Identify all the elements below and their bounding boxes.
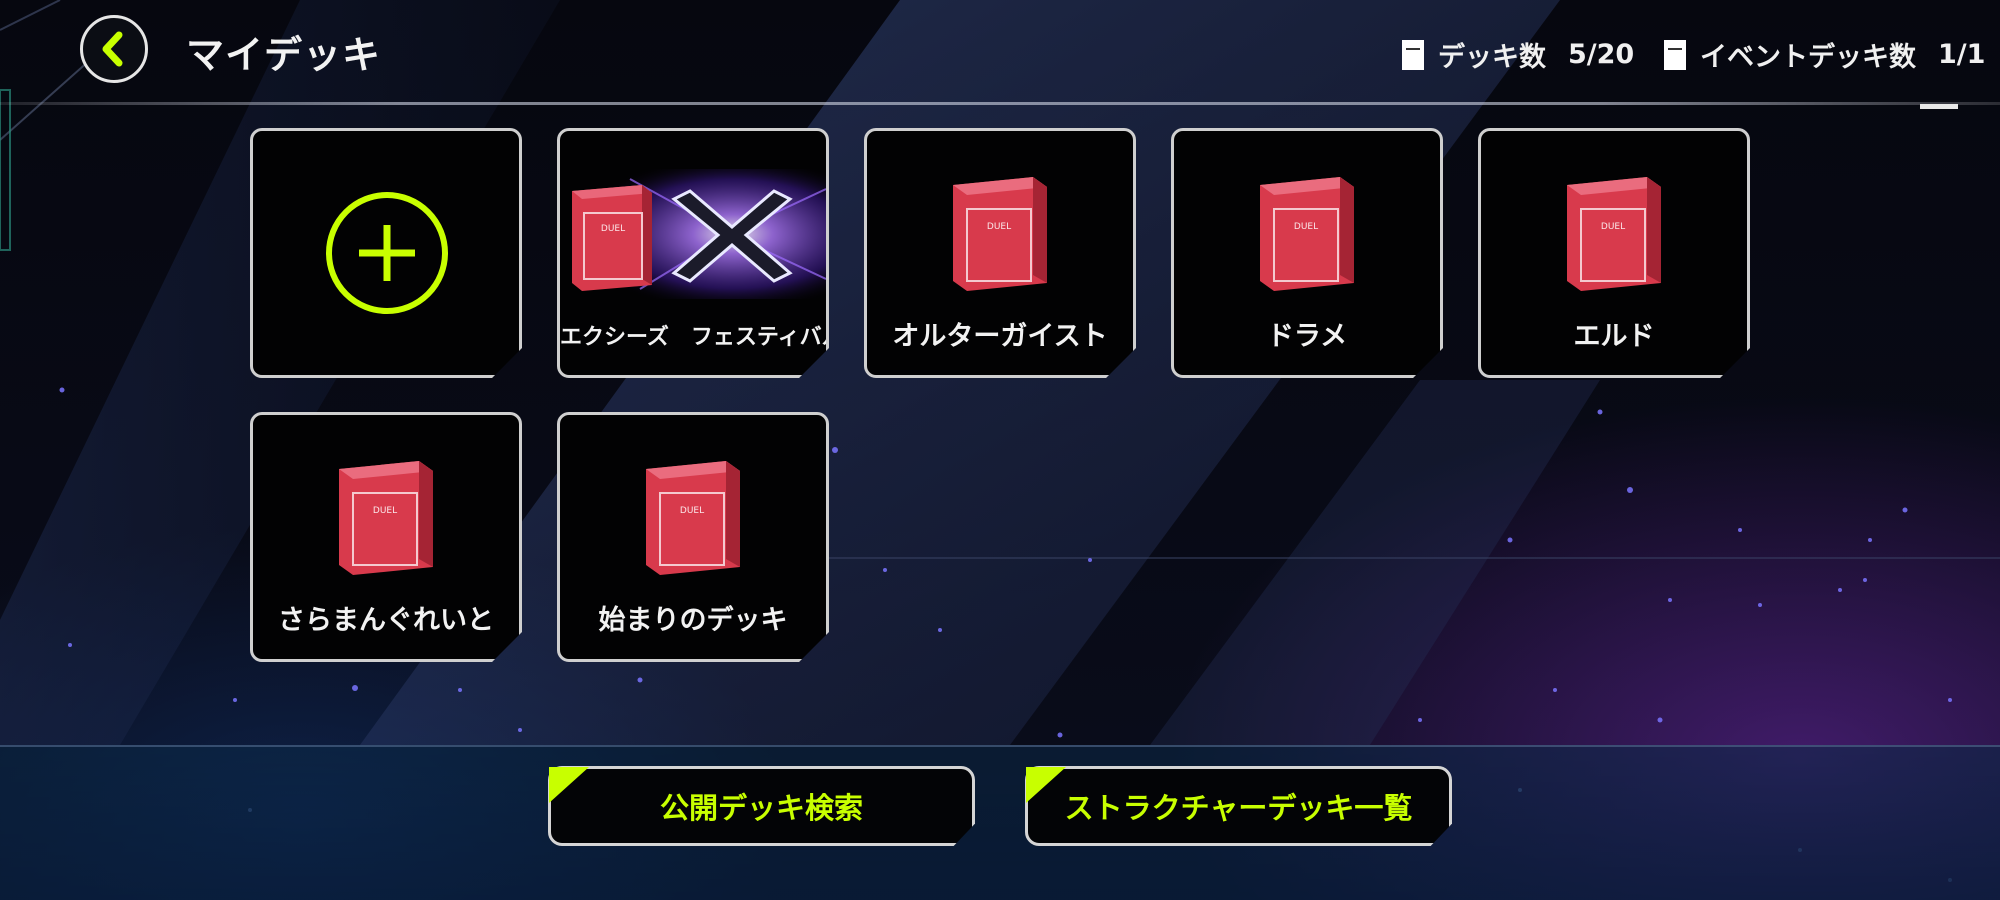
deck-tile[interactable]: DUEL エクシーズ フェスティバル [557,128,829,378]
plus-circle-icon [326,192,448,314]
event-deck-count: イベントデッキ数 1/1 [1664,35,1985,74]
deck-tile[interactable]: DUEL オルターガイスト [864,128,1136,378]
deck-label: 始まりのデッキ [598,605,788,636]
my-deck-screen: マイデッキ デッキ数 5/20 イベントデッキ数 1/1 DUEL エクシーズ … [0,0,2000,900]
corner-accent-icon [1026,767,1066,803]
deck-count: デッキ数 5/20 [1402,35,1634,74]
corner-accent-icon [549,767,589,803]
deck-tile[interactable]: DUEL ドラメ [1171,128,1443,378]
deck-box-icon: DUEL [1567,177,1661,291]
deck-count-icon [1402,39,1424,70]
deck-box-icon: DUEL [1260,177,1354,291]
svg-text:DUEL: DUEL [1294,222,1318,232]
deck-label: エクシーズ フェスティバル [560,325,829,350]
event-deck-count-value: 1/1 [1938,39,1986,70]
back-button[interactable] [80,15,148,83]
new-deck-tile[interactable] [250,128,522,378]
deck-label: オルターガイスト [892,321,1108,352]
structure-deck-list-label: ストラクチャーデッキ一覧 [1064,791,1413,825]
deck-box-icon: DUEL [572,185,652,291]
deck-box-icon: DUEL [339,461,433,575]
svg-text:DUEL: DUEL [1601,222,1625,232]
deck-label: さらまんぐれいと [278,605,494,636]
deck-box-icon: DUEL [646,461,740,575]
event-deck-count-label: イベントデッキ数 [1700,42,1916,73]
deck-count-value: 5/20 [1568,39,1635,70]
svg-text:DUEL: DUEL [680,506,704,516]
chevron-left-icon [102,31,123,67]
deck-box-icon: DUEL [953,177,1047,291]
svg-text:DUEL: DUEL [373,506,397,516]
deck-label: ドラメ [1266,321,1348,352]
bottom-bar [0,745,2000,900]
deck-tile[interactable]: DUEL 始まりのデッキ [557,412,829,662]
event-deck-count-icon [1664,39,1686,70]
xyz-festival-art: DUEL [560,169,826,299]
public-deck-search-button[interactable]: 公開デッキ検索 [548,766,975,846]
deck-label: エルド [1573,321,1655,352]
page-title: マイデッキ [186,33,382,77]
deck-tile[interactable]: DUEL エルド [1478,128,1750,378]
header-divider [0,102,2000,105]
structure-deck-list-button[interactable]: ストラクチャーデッキ一覧 [1025,766,1452,846]
svg-text:DUEL: DUEL [601,224,625,234]
svg-text:DUEL: DUEL [987,222,1011,232]
deck-tile[interactable]: DUEL さらまんぐれいと [250,412,522,662]
public-deck-search-label: 公開デッキ検索 [659,791,863,825]
scroll-indicator [1920,104,1958,109]
deck-count-label: デッキ数 [1438,42,1546,73]
